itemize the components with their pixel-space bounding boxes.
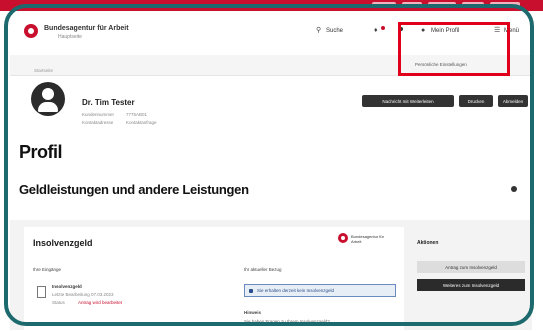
col-label: Ihre Eingänge: [33, 267, 62, 272]
avatar-head: [42, 88, 54, 100]
avatar-body: [38, 102, 58, 112]
info-icon: [249, 289, 253, 293]
notification-badge: [381, 25, 385, 30]
more-button[interactable]: Weiteres zum Insolvenzgeld: [417, 279, 525, 291]
status-field: Sie erhalten derzeit kein Insolvenzgeld: [244, 284, 396, 297]
meta-link[interactable]: Kontaktanfrage: [126, 120, 157, 125]
search-button[interactable]: ⚲ Suche: [316, 27, 343, 34]
doc-status-link[interactable]: Antrag wird bearbeitet: [78, 300, 122, 305]
notifications-button[interactable]: ♦: [374, 25, 385, 34]
status-text: Sie erhalten derzeit kein Insolvenzgeld: [257, 288, 335, 293]
search-icon: ⚲: [316, 27, 322, 34]
doc-line: Letzte Bearbeitung 07.03.2023: [52, 292, 114, 297]
meta-label: Kundennummer: [82, 112, 115, 117]
page-title: Profil: [19, 142, 63, 162]
doc-status-label: Status: [52, 300, 65, 305]
logout-button[interactable]: Abmelden: [498, 95, 528, 107]
card-title: Insolvenzgeld: [33, 238, 93, 248]
search-label: Suche: [326, 27, 344, 34]
actions-title: Aktionen: [417, 240, 439, 246]
breadcrumb[interactable]: Startseite: [34, 68, 53, 73]
strip-link: [490, 2, 520, 8]
logo-title[interactable]: Bundesagentur für Arbeit: [44, 25, 129, 32]
ba-logo-text: Bundesagentur für Arbeit: [351, 234, 384, 244]
strip-link: [428, 2, 456, 8]
strip-link: [462, 2, 484, 8]
document-icon: [37, 286, 46, 298]
app-window: Bundesagentur für Arbeit Hauptseite ⚲ Su…: [0, 0, 543, 331]
strip-link: [402, 2, 422, 8]
expand-dot-icon[interactable]: [511, 186, 517, 192]
meta-value: 7775AB01: [126, 112, 148, 117]
logo-subtitle: Hauptseite: [58, 34, 82, 40]
ba-logo-icon: [338, 233, 348, 243]
top-service-strip: [0, 0, 543, 11]
ba-logo-icon[interactable]: [24, 24, 38, 38]
avatar: [31, 82, 65, 116]
user-name: Dr. Tim Tester: [82, 98, 135, 107]
message-button[interactable]: Nachricht mit Weiterleiten: [362, 95, 454, 107]
note-text: Sie haben Fragen zu Ihrem Insolvenzgeld?: [244, 319, 330, 324]
col-label: Hinweis: [244, 310, 262, 315]
print-button[interactable]: Drucken: [459, 95, 493, 107]
bell-icon: ♦: [374, 27, 378, 34]
col-label: Ihr aktueller Bezug: [244, 267, 282, 272]
section-title: Geldleistungen und andere Leistungen: [19, 182, 249, 197]
apply-button[interactable]: Antrag zum Insolvenzgeld: [417, 261, 525, 273]
highlight-box: [398, 22, 510, 76]
doc-title[interactable]: Insolvenzgeld: [52, 284, 82, 289]
meta-label: Kontaktadresse: [82, 120, 114, 125]
strip-link: [372, 2, 396, 8]
